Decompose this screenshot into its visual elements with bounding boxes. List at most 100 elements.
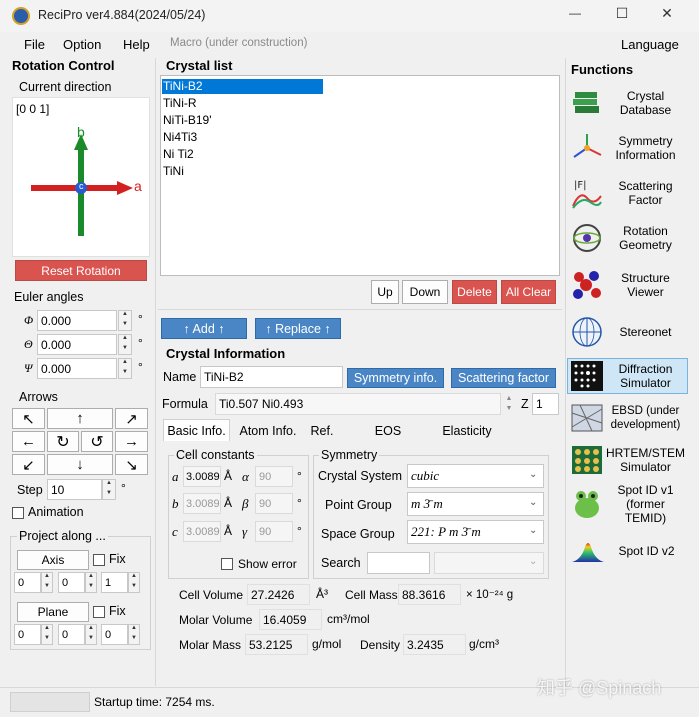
- name-input[interactable]: TiNi-B2: [200, 366, 343, 388]
- function-spot-id-v1[interactable]: Spot ID v1 (former TEMID): [567, 483, 688, 525]
- chevron-down-icon[interactable]: ⌄: [529, 469, 537, 480]
- crystal-item[interactable]: TiNi-R: [163, 96, 197, 110]
- function-diffraction-simulator[interactable]: Diffraction Simulator: [567, 358, 688, 394]
- search-input[interactable]: [367, 552, 430, 574]
- cell-beta-input[interactable]: 90: [255, 493, 293, 514]
- axis-u-spinner[interactable]: ▲ ▼: [41, 572, 53, 593]
- cell-volume-field[interactable]: 27.2426: [247, 584, 310, 605]
- up-button[interactable]: Up: [371, 280, 399, 304]
- function-hrtem-stem-simulator[interactable]: HRTEM/STEM Simulator: [567, 440, 688, 480]
- plane-h-spinner[interactable]: ▲ ▼: [41, 624, 53, 645]
- project-plane-button[interactable]: Plane: [17, 602, 89, 622]
- rotate-ccw-button[interactable]: ↺: [81, 431, 113, 452]
- arrow-left-button[interactable]: ←: [12, 431, 45, 452]
- add-button[interactable]: ↑ Add ↑: [161, 318, 247, 339]
- function-rotation-geometry[interactable]: Rotation Geometry: [567, 217, 688, 259]
- axis-w-input[interactable]: 1: [101, 572, 128, 593]
- plane-k-spinner[interactable]: ▲ ▼: [85, 624, 97, 645]
- minimize-button[interactable]: —: [560, 6, 590, 26]
- crystal-item[interactable]: TiNi-B2: [163, 79, 203, 93]
- formula-scroll-icon[interactable]: ▲ ▼: [503, 394, 515, 414]
- symmetry-info-button[interactable]: Symmetry info.: [347, 368, 444, 388]
- left-divider[interactable]: [155, 58, 156, 686]
- cell-c-input[interactable]: 3.0089: [183, 521, 221, 542]
- all-clear-button[interactable]: All Clear: [501, 280, 556, 304]
- close-button[interactable]: ✕: [652, 5, 682, 25]
- search-results-select[interactable]: [434, 552, 544, 574]
- function-spot-id-v2[interactable]: Spot ID v2: [567, 530, 688, 572]
- crystal-item[interactable]: Ni Ti2: [163, 147, 194, 161]
- arrow-down-button[interactable]: ↓: [47, 454, 113, 475]
- down-button[interactable]: Down: [402, 280, 448, 304]
- crystal-item[interactable]: Ni4Ti3: [163, 130, 197, 144]
- molar-volume-field[interactable]: 16.4059: [259, 609, 322, 630]
- menu-macro[interactable]: Macro (under construction): [170, 37, 307, 49]
- euler-theta-input[interactable]: 0.000: [37, 334, 117, 355]
- cell-gamma-input[interactable]: 90: [255, 521, 293, 542]
- chevron-down-icon[interactable]: ⌄: [529, 497, 537, 508]
- plane-k-input[interactable]: 0: [58, 624, 85, 645]
- menu-language[interactable]: Language: [621, 37, 679, 52]
- step-spinner[interactable]: ▲ ▼: [102, 479, 116, 500]
- replace-button[interactable]: ↑ Replace ↑: [255, 318, 341, 339]
- menu-help[interactable]: Help: [123, 37, 150, 52]
- chevron-down-icon[interactable]: ⌄: [529, 525, 537, 536]
- tab-basic-info[interactable]: Basic Info.: [163, 419, 230, 442]
- density-field[interactable]: 3.2435: [403, 634, 466, 655]
- delete-button[interactable]: Delete: [452, 280, 497, 304]
- tab-atom-info[interactable]: Atom Info.: [234, 421, 302, 441]
- euler-phi-input[interactable]: 0.000: [37, 310, 117, 331]
- cell-alpha-input[interactable]: 90: [255, 466, 293, 487]
- function-crystal-database[interactable]: Crystal Database: [567, 82, 688, 124]
- arrow-up-left-button[interactable]: ↖: [12, 408, 45, 429]
- project-axis-button[interactable]: Axis: [17, 550, 89, 570]
- direction-view[interactable]: [0 0 1] b a c: [12, 97, 150, 257]
- euler-phi-spinner[interactable]: ▲ ▼: [118, 310, 132, 331]
- space-group-select[interactable]: 221: P m 3̄ m: [407, 520, 544, 544]
- crystal-list[interactable]: TiNi-B2 TiNi-R NiTi-B19' Ni4Ti3 Ni Ti2 T…: [160, 75, 560, 276]
- z-input[interactable]: 1: [532, 393, 559, 415]
- plane-l-input[interactable]: 0: [101, 624, 128, 645]
- function-symmetry-information[interactable]: Symmetry Information: [567, 127, 688, 169]
- menu-option[interactable]: Option: [63, 37, 101, 52]
- point-group-select[interactable]: m 3̄ m: [407, 492, 544, 516]
- function-scattering-factor[interactable]: |F| Scattering Factor: [567, 172, 688, 214]
- arrow-up-button[interactable]: ↑: [47, 408, 113, 429]
- plane-h-input[interactable]: 0: [14, 624, 41, 645]
- axis-fix-checkbox[interactable]: [93, 554, 105, 566]
- arrow-down-left-button[interactable]: ↙: [12, 454, 45, 475]
- axis-v-input[interactable]: 0: [58, 572, 85, 593]
- reset-rotation-button[interactable]: Reset Rotation: [15, 260, 147, 281]
- molar-mass-field[interactable]: 53.2125: [245, 634, 308, 655]
- tab-eos[interactable]: EOS: [368, 421, 408, 441]
- plane-fix-checkbox[interactable]: [93, 606, 105, 618]
- step-input[interactable]: 10: [47, 479, 102, 500]
- right-divider[interactable]: [565, 58, 566, 686]
- arrow-down-right-button[interactable]: ↘: [115, 454, 148, 475]
- chevron-down-icon[interactable]: ⌄: [529, 556, 537, 567]
- arrow-up-right-button[interactable]: ↗: [115, 408, 148, 429]
- function-ebsd[interactable]: EBSD (under development): [567, 398, 688, 438]
- menu-file[interactable]: File: [24, 37, 45, 52]
- euler-psi-spinner[interactable]: ▲ ▼: [118, 358, 132, 379]
- axis-w-spinner[interactable]: ▲ ▼: [128, 572, 140, 593]
- crystal-item[interactable]: TiNi: [163, 164, 184, 178]
- cell-a-input[interactable]: 3.0089: [183, 466, 221, 487]
- crystal-system-select[interactable]: cubic: [407, 464, 544, 488]
- arrow-right-button[interactable]: →: [115, 431, 148, 452]
- animation-checkbox[interactable]: [12, 507, 24, 519]
- tab-elasticity[interactable]: Elasticity: [438, 421, 496, 441]
- show-error-checkbox[interactable]: [221, 558, 233, 570]
- rotate-cw-button[interactable]: ↻: [47, 431, 79, 452]
- maximize-button[interactable]: ☐: [607, 5, 637, 25]
- plane-l-spinner[interactable]: ▲ ▼: [128, 624, 140, 645]
- euler-psi-input[interactable]: 0.000: [37, 358, 117, 379]
- cell-b-input[interactable]: 3.0089: [183, 493, 221, 514]
- function-stereonet[interactable]: Stereonet: [567, 311, 688, 353]
- euler-theta-spinner[interactable]: ▲ ▼: [118, 334, 132, 355]
- scattering-factor-button[interactable]: Scattering factor: [451, 368, 556, 388]
- axis-u-input[interactable]: 0: [14, 572, 41, 593]
- function-structure-viewer[interactable]: Structure Viewer: [567, 262, 688, 308]
- crystal-item[interactable]: NiTi-B19': [163, 113, 212, 127]
- formula-field[interactable]: Ti0.507 Ni0.493: [215, 393, 501, 415]
